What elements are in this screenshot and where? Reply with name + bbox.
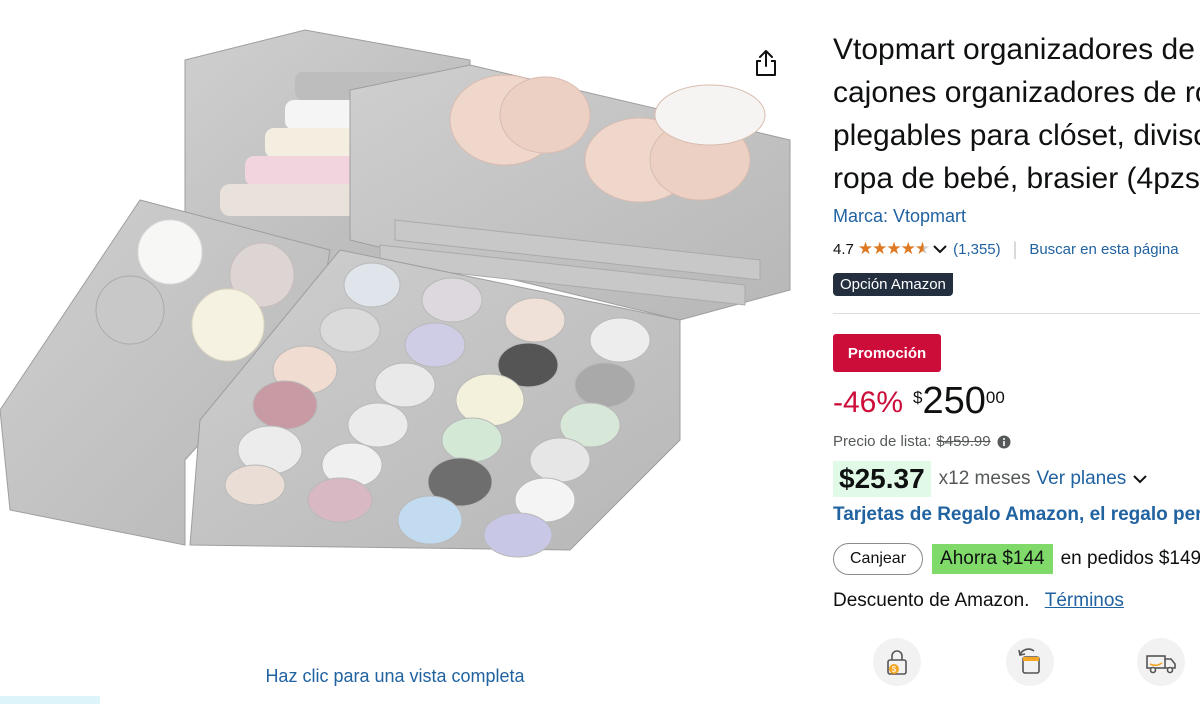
info-icon[interactable] [997, 435, 1011, 449]
share-button[interactable] [750, 45, 782, 81]
rating-value: 4.7 [833, 240, 854, 258]
svg-text:$: $ [892, 665, 897, 674]
title-line: cajones organizadores de ropa [833, 76, 1200, 109]
thumbnail-strip [0, 696, 100, 704]
title-line: ropa de bebé, brasier (4pzs) [833, 162, 1200, 195]
secure-payment-feature[interactable]: $ [873, 638, 921, 686]
installment-row: $25.37 x12 meses Ver planes [833, 461, 1148, 497]
returns-icon [1018, 648, 1040, 674]
star-full-icon: ★ [886, 239, 901, 258]
price-row: -46% $ 250 00 [833, 378, 1005, 424]
product-image-area: Haz clic para una vista completa [0, 0, 810, 704]
list-price-row: Precio de lista: $459.99 [833, 433, 1011, 450]
returns-feature[interactable] [1006, 638, 1054, 686]
separator: | [1012, 238, 1018, 259]
gift-card-link[interactable]: Tarjetas de Regalo Amazon, el regalo per… [833, 504, 1200, 526]
delivery-icon [1146, 655, 1176, 674]
price-whole: 250 [922, 380, 986, 422]
list-price-label: Precio de lista: [833, 433, 932, 450]
star-half-icon: ★ [914, 239, 930, 258]
save-condition-text: en pedidos $1499 [1060, 548, 1200, 569]
chevron-down-icon[interactable] [1132, 474, 1148, 484]
star-rating[interactable]: ★★★★★ [857, 239, 930, 259]
secure-payment-icon: $ [887, 650, 907, 675]
price-cents: 00 [985, 388, 1005, 407]
rating-count-link[interactable]: (1,355) [953, 241, 1001, 258]
delivery-feature[interactable] [1137, 638, 1185, 686]
product-title: Vtopmart organizadores de cajones organi… [833, 28, 1200, 200]
installment-amount: $25.37 [833, 461, 931, 497]
rating-row: 4.7 ★★★★★ (1,355) | Buscar en esta págin… [833, 238, 1179, 260]
search-page-link[interactable]: Buscar en esta página [1029, 241, 1178, 258]
see-plans-link[interactable]: Ver planes [1037, 468, 1127, 490]
chevron-down-icon[interactable] [933, 244, 947, 254]
coupon-row: Canjear Ahorra $144 en pedidos $1499 [833, 543, 1200, 575]
share-icon [756, 50, 776, 76]
terms-link[interactable]: Términos [1045, 590, 1124, 611]
star-full-icon: ★ [872, 239, 887, 258]
currency-symbol: $ [913, 388, 923, 407]
star-full-icon: ★ [857, 239, 873, 258]
title-line: Vtopmart organizadores de [833, 33, 1195, 66]
redeem-button[interactable]: Canjear [833, 543, 924, 575]
amazon-discount-line: Descuento de Amazon. Términos [833, 590, 1124, 612]
product-image[interactable] [0, 20, 800, 560]
installment-terms: x12 meses [938, 468, 1031, 489]
amazon-discount-text: Descuento de Amazon. [833, 590, 1030, 611]
amazon-choice-badge: Opción Amazon [833, 273, 953, 296]
list-price-value: $459.99 [936, 433, 991, 450]
discount-percent: -46% [833, 386, 904, 419]
title-line: plegables para clóset, divisores [833, 119, 1200, 152]
divider [833, 313, 1200, 314]
full-view-link[interactable]: Haz clic para una vista completa [0, 666, 790, 687]
promo-badge: Promoción [833, 334, 941, 372]
brand-link[interactable]: Marca: Vtopmart [833, 206, 966, 227]
star-full-icon: ★ [900, 239, 916, 258]
save-badge: Ahorra $144 [932, 544, 1053, 574]
